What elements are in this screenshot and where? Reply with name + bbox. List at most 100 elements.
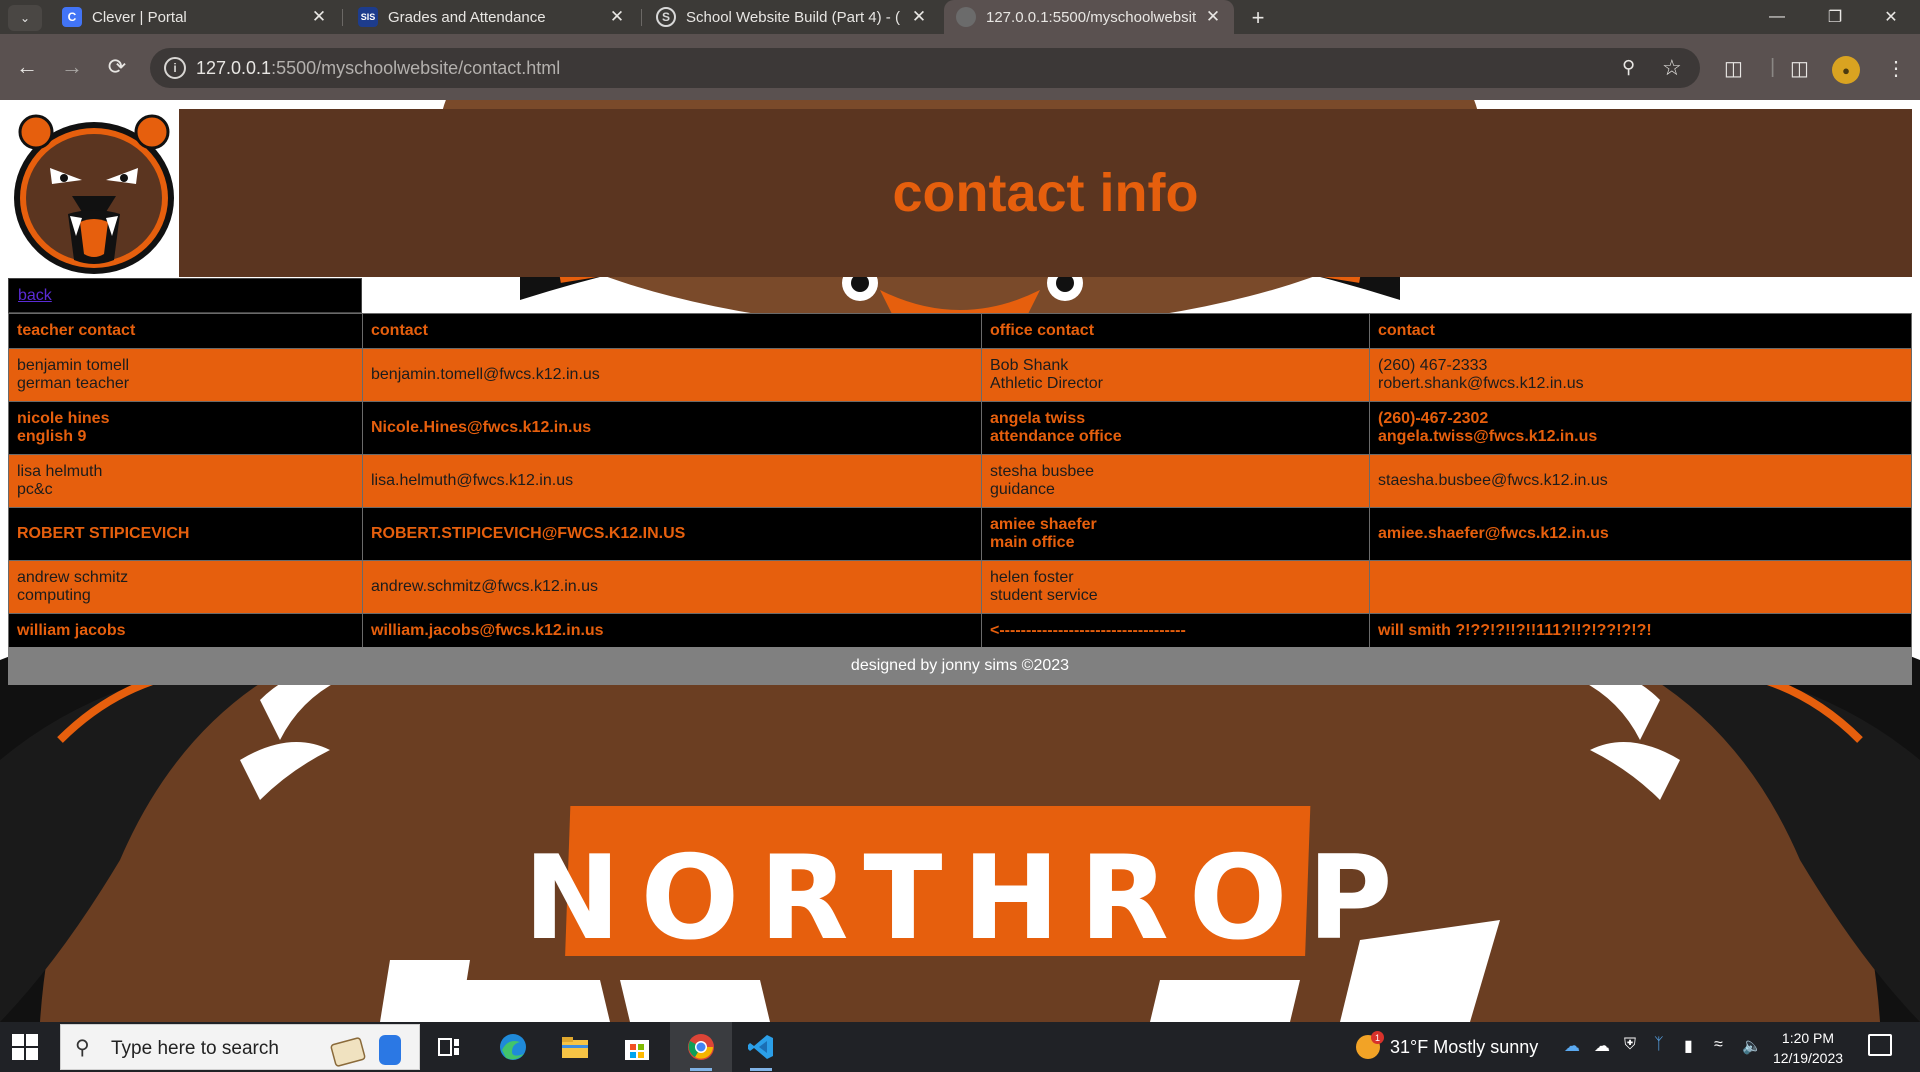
teacher-cell: william jacobs	[8, 613, 363, 649]
page-footer: designed by jonny sims ©2023	[8, 647, 1912, 685]
close-window-button[interactable]: ✕	[1862, 0, 1920, 34]
back-button[interactable]: ←	[10, 50, 44, 84]
table-row: benjamin tomell german teacher benjamin.t…	[8, 348, 1912, 402]
tab-clever[interactable]: C Clever | Portal ✕	[50, 0, 340, 34]
cell-line: main office	[990, 534, 1075, 551]
cell-line: amiee shaefer	[990, 516, 1097, 533]
wifi-icon[interactable]: ≈	[1714, 1036, 1723, 1054]
office-contact-cell: staesha.busbee@fwcs.k12.in.us	[1369, 454, 1912, 508]
extensions-icon[interactable]: ◫	[1724, 56, 1743, 81]
tab-grades[interactable]: SIS Grades and Attendance ✕	[346, 0, 638, 34]
edge-icon[interactable]	[496, 1030, 530, 1064]
cell-line: guidance	[990, 481, 1055, 498]
windows-taskbar: ⚲ Type here to search 1 31°F Mostly sunn…	[0, 1022, 1920, 1072]
new-tab-button[interactable]: +	[1244, 4, 1272, 32]
close-icon: ✕	[1884, 9, 1898, 26]
side-panel-icon[interactable]: ◫	[1790, 56, 1809, 81]
close-tab-icon[interactable]: ✕	[606, 6, 628, 28]
page-header: contact info	[179, 109, 1912, 277]
forward-button[interactable]: →	[55, 50, 89, 84]
arrow-right-icon: →	[61, 54, 83, 79]
email-cell: Nicole.Hines@fwcs.k12.in.us	[362, 401, 982, 455]
office-contact-cell: amiee.shaefer@fwcs.k12.in.us	[1369, 507, 1912, 561]
zoom-icon[interactable]: ⚲	[1622, 57, 1635, 78]
url-text[interactable]: 127.0.0.1:5500/myschoolwebsite/contact.h…	[196, 58, 560, 79]
profile-avatar[interactable]: ●	[1832, 56, 1860, 84]
back-link[interactable]: back	[18, 287, 52, 305]
table-row: nicole hines english 9 Nicole.Hines@fwcs.…	[8, 401, 1912, 455]
menu-kebab-icon[interactable]: ⋮	[1886, 56, 1906, 81]
minimize-icon: —	[1769, 8, 1785, 25]
microsoft-store-icon[interactable]	[620, 1030, 654, 1064]
security-shield-icon[interactable]: ⛨	[1624, 1036, 1636, 1054]
chrome-icon[interactable]	[684, 1030, 718, 1064]
column-header: contact	[1369, 313, 1912, 349]
reload-button[interactable]: ⟳	[100, 50, 134, 84]
browser-toolbar: ← → ⟳ i 127.0.0.1:5500/myschoolwebsite/c…	[0, 34, 1920, 100]
site-info-icon[interactable]: i	[164, 57, 186, 79]
globe-favicon-icon	[956, 7, 976, 27]
cell-line: german teacher	[17, 375, 130, 392]
chevron-down-icon: ⌄	[19, 11, 31, 25]
tab-search-button[interactable]: ⌄	[8, 5, 42, 31]
close-tab-icon[interactable]: ✕	[308, 6, 330, 28]
cell-line: Athletic Director	[990, 375, 1103, 392]
windows-start-icon[interactable]	[12, 1034, 38, 1060]
taskbar-clock[interactable]: 1:20 PM 12/19/2023	[1768, 1028, 1848, 1068]
office-contact-cell: will smith ?!??!?!!?!!111?!!?!??!?!?!	[1369, 613, 1912, 649]
column-header: teacher contact	[8, 313, 363, 349]
email-cell: andrew.schmitz@fwcs.k12.in.us	[362, 560, 982, 614]
restore-icon: ❐	[1827, 9, 1843, 26]
email-cell: ROBERT.STIPICEVICH@FWCS.K12.IN.US	[362, 507, 982, 561]
clever-favicon-icon: C	[62, 7, 82, 27]
table-header-row: teacher contact contact office contact c…	[8, 313, 1912, 349]
clock-date: 12/19/2023	[1772, 1050, 1844, 1066]
address-bar[interactable]: i 127.0.0.1:5500/myschoolwebsite/contact…	[150, 48, 1700, 88]
cell-line: amiee.shaefer@fwcs.k12.in.us	[1378, 525, 1609, 542]
cell-line: william jacobs	[17, 622, 126, 639]
cell-line: computing	[17, 587, 91, 604]
open-app-indicator	[750, 1068, 772, 1071]
cell-line: nicole hines	[17, 410, 110, 427]
weather-text: 31°F Mostly sunny	[1390, 1036, 1539, 1057]
office-cell: <-----------------------------------	[981, 613, 1370, 649]
search-icon: ⚲	[75, 1037, 90, 1059]
tab-title: Grades and Attendance	[388, 8, 546, 26]
taskbar-search-box[interactable]: ⚲ Type here to search	[60, 1024, 420, 1070]
teacher-cell: nicole hines english 9	[8, 401, 363, 455]
office-contact-cell	[1369, 560, 1912, 614]
close-tab-icon[interactable]: ✕	[1202, 6, 1224, 28]
cell-line: student service	[990, 587, 1098, 604]
bluetooth-icon[interactable]: ᛉ	[1654, 1036, 1664, 1054]
toolbar-divider: |	[1770, 56, 1776, 78]
cell-line: ROBERT STIPICEVICH	[17, 525, 190, 542]
volume-icon[interactable]: 🔈	[1742, 1036, 1762, 1056]
close-tab-icon[interactable]: ✕	[908, 6, 930, 28]
table-row: andrew schmitz computing andrew.schmitz@f…	[8, 560, 1912, 614]
url-host: 127.0.0.1	[196, 58, 272, 78]
plus-icon: +	[1251, 5, 1265, 30]
table-row: ROBERT STIPICEVICH ROBERT.STIPICEVICH@FW…	[8, 507, 1912, 561]
office-contact-cell: (260)-467-2302 angela.twiss@fwcs.k12.in.u…	[1369, 401, 1912, 455]
vscode-icon[interactable]	[744, 1030, 778, 1064]
notification-center-icon[interactable]	[1868, 1034, 1892, 1056]
restore-button[interactable]: ❐	[1806, 0, 1864, 34]
weather-widget[interactable]: 1 31°F Mostly sunny	[1356, 1022, 1538, 1072]
cell-line: Bob Shank	[990, 357, 1069, 374]
bookmark-star-icon[interactable]: ☆	[1662, 55, 1682, 81]
cloud-sync-icon[interactable]: ☁	[1594, 1036, 1610, 1056]
minimize-button[interactable]: —	[1748, 0, 1806, 34]
tab-title: School Website Build (Part 4) - (	[686, 8, 900, 26]
battery-icon[interactable]: ▮	[1684, 1036, 1693, 1056]
tab-localhost[interactable]: 127.0.0.1:5500/myschoolwebsit ✕	[944, 0, 1234, 34]
onedrive-icon[interactable]: ☁	[1564, 1036, 1580, 1056]
search-highlight-icon	[330, 1035, 401, 1067]
cell-line: attendance office	[990, 428, 1122, 445]
teacher-cell: andrew schmitz computing	[8, 560, 363, 614]
cell-line: will smith ?!??!?!!?!!111?!!?!??!?!?!	[1378, 622, 1652, 639]
cell-line: (260)-467-2302	[1378, 410, 1489, 427]
task-view-icon[interactable]	[432, 1030, 466, 1064]
file-explorer-icon[interactable]	[558, 1030, 592, 1064]
tab-school-website[interactable]: S School Website Build (Part 4) - ( ✕	[644, 0, 940, 34]
email-cell: william.jacobs@fwcs.k12.in.us	[362, 613, 982, 649]
